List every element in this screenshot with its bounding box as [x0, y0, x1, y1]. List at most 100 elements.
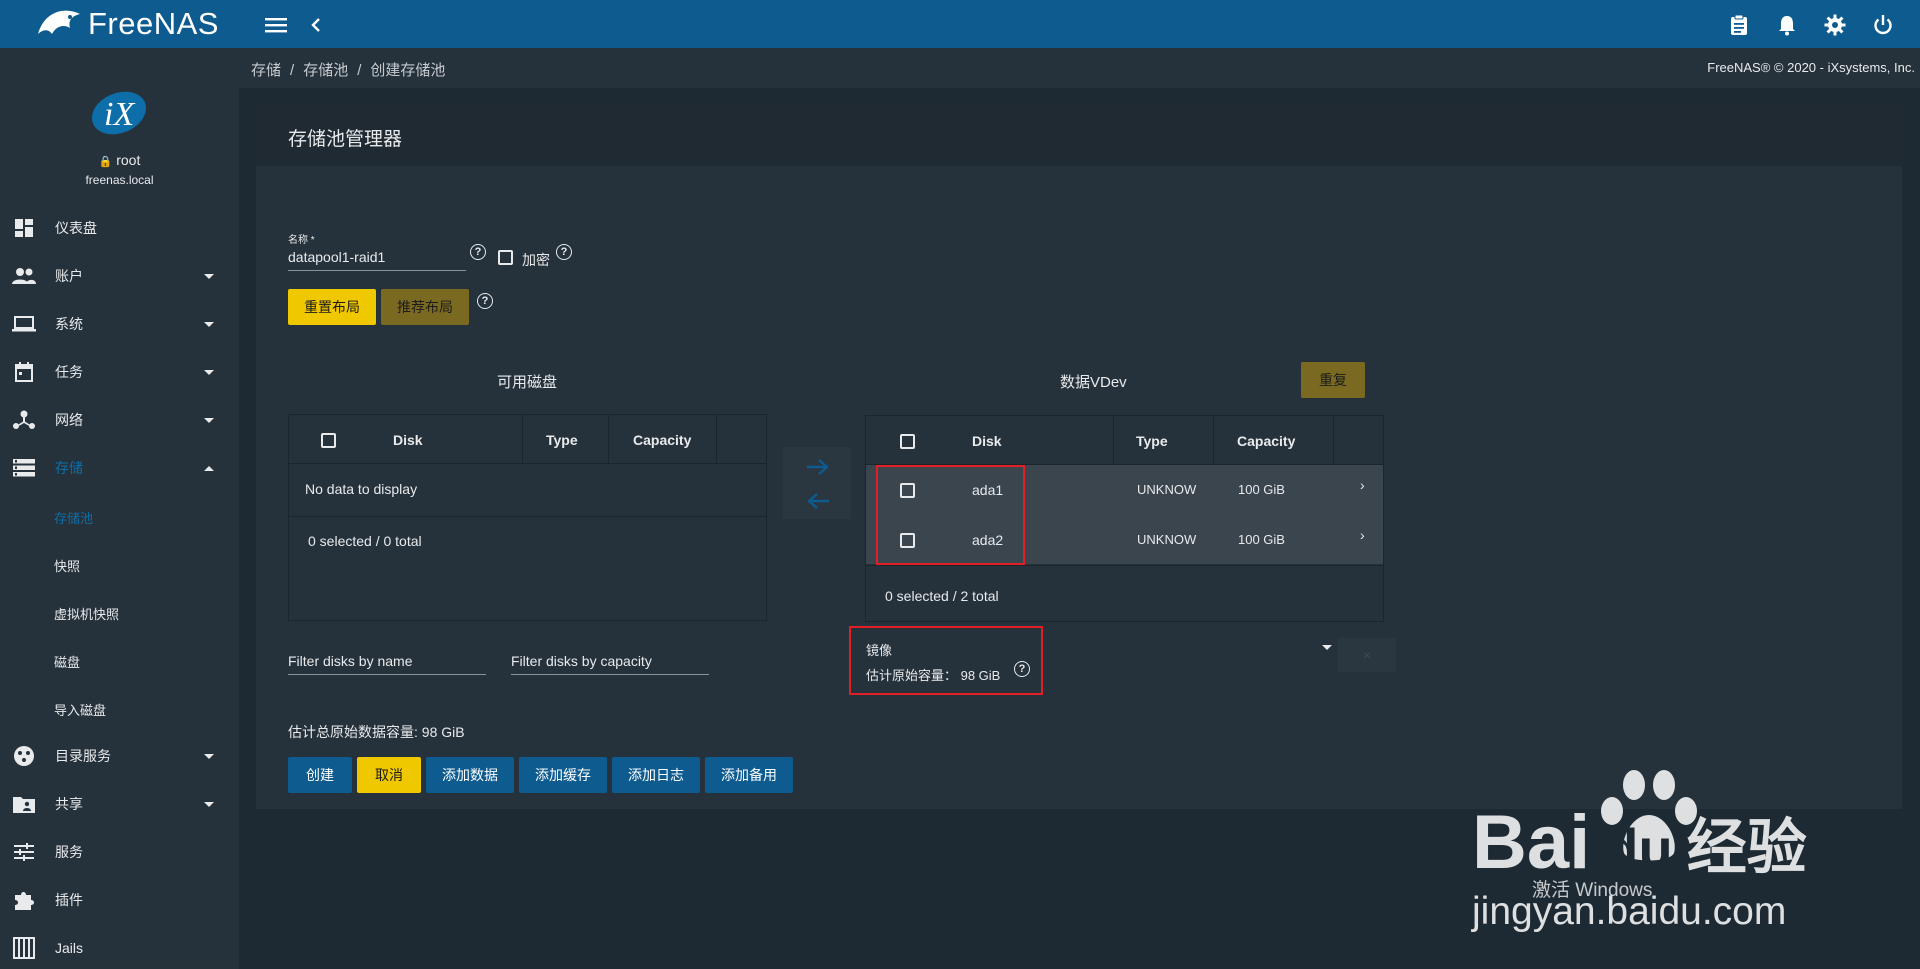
column-divider [522, 415, 523, 463]
row-divider [289, 516, 766, 517]
filter-capacity-input[interactable]: Filter disks by capacity [511, 653, 652, 669]
nav-plugins[interactable]: 插件 [0, 880, 239, 920]
chevron-right-icon[interactable]: › [1360, 527, 1365, 543]
nav-sharing[interactable]: 共享 [0, 784, 239, 824]
suggest-layout-button[interactable]: 推荐布局 [381, 289, 469, 325]
arrow-right-icon[interactable] [805, 457, 831, 477]
sub-nav-disks[interactable]: 磁盘 [54, 652, 80, 671]
nav-network[interactable]: 网络 [0, 400, 239, 440]
ix-logo: iX [90, 88, 148, 141]
accounts-icon [12, 264, 36, 288]
lock-icon: 🔒 [98, 156, 113, 168]
laptop-icon [12, 312, 36, 336]
select-all-checkbox[interactable] [321, 433, 336, 448]
watermark-brand-a: Bai [1472, 800, 1591, 885]
repeat-button[interactable]: 重复 [1301, 362, 1365, 398]
sub-nav-pools[interactable]: 存储池 [54, 508, 93, 527]
freenas-logo[interactable]: FreeNAS [34, 4, 219, 44]
nav-directory-services[interactable]: 目录服务 [0, 736, 239, 776]
dropdown-caret-icon[interactable] [1322, 645, 1332, 650]
nav-system[interactable]: 系统 [0, 304, 239, 344]
sub-nav-import-disk[interactable]: 导入磁盘 [54, 700, 106, 719]
help-icon[interactable]: ? [556, 244, 572, 260]
selection-count: 0 selected / 0 total [308, 533, 422, 549]
total-raw-capacity: 估计总原始数据容量: 98 GiB [288, 724, 465, 740]
breadcrumb-bar: 存储 / 存储池 / 创建存储池 FreeNAS® © 2020 - iXsystems… [239, 48, 1920, 88]
power-icon[interactable] [1870, 12, 1896, 38]
nav-dashboard[interactable]: 仪表盘 [0, 208, 239, 248]
chevron-down-icon [204, 273, 214, 279]
sub-nav-snapshots[interactable]: 快照 [54, 556, 80, 575]
breadcrumb-storage[interactable]: 存储 [251, 62, 281, 79]
breadcrumb-pools[interactable]: 存储池 [303, 62, 348, 79]
shared-folder-icon [12, 792, 36, 816]
chevron-down-icon [204, 753, 214, 759]
header-divider [289, 463, 766, 464]
filter-name-input[interactable]: Filter disks by name [288, 653, 412, 669]
column-disk[interactable]: Disk [393, 432, 423, 448]
encrypt-label: 加密 [522, 252, 550, 268]
add-data-button[interactable]: 添加数据 [426, 757, 514, 793]
nav-jails[interactable]: Jails [0, 928, 239, 968]
name-field[interactable]: datapool1-raid1 [288, 249, 385, 265]
breadcrumb-create-pool: 创建存储池 [370, 62, 446, 79]
encrypt-checkbox[interactable] [498, 250, 513, 265]
chevron-right-icon[interactable]: › [1360, 477, 1365, 493]
column-capacity[interactable]: Capacity [1237, 433, 1295, 449]
column-disk[interactable]: Disk [972, 433, 1002, 449]
cancel-button[interactable]: 取消 [357, 757, 421, 793]
add-log-button[interactable]: 添加日志 [612, 757, 700, 793]
bell-icon[interactable] [1774, 12, 1800, 38]
disk-capacity: 100 GiB [1238, 532, 1285, 547]
name-field-label: 名称 * [288, 235, 315, 246]
storage-icon [12, 456, 36, 480]
nav-accounts[interactable]: 账户 [0, 256, 239, 296]
calendar-icon [12, 360, 36, 384]
sidebar: iX 🔒 root freenas.local 仪表盘 账户 系统 任务 网络 … [0, 48, 239, 969]
select-all-checkbox[interactable] [900, 434, 915, 449]
column-type[interactable]: Type [546, 432, 578, 448]
watermark-brand-b: du [1604, 817, 1673, 880]
column-type[interactable]: Type [1136, 433, 1168, 449]
help-icon[interactable]: ? [477, 293, 493, 309]
collapse-chevron-icon[interactable] [303, 12, 329, 38]
remove-vdev-button[interactable]: × [1338, 638, 1396, 672]
jail-icon [12, 936, 36, 960]
arrow-left-icon[interactable] [805, 491, 831, 511]
create-button[interactable]: 创建 [288, 757, 352, 793]
column-divider [1333, 416, 1334, 464]
top-bar: FreeNAS [0, 0, 1920, 48]
breadcrumb: 存储 / 存储池 / 创建存储池 [251, 62, 446, 79]
watermark-brand-c: 经验 [1686, 814, 1807, 881]
add-cache-button[interactable]: 添加缓存 [519, 757, 607, 793]
help-icon[interactable]: ? [470, 244, 486, 260]
disk-type: UNKNOW [1137, 482, 1197, 497]
tune-icon [12, 840, 36, 864]
gear-icon[interactable] [1822, 12, 1848, 38]
network-icon [12, 408, 36, 432]
directory-services-icon [12, 744, 36, 768]
dashboard-icon [12, 216, 36, 240]
column-capacity[interactable]: Capacity [633, 432, 691, 448]
add-spare-button[interactable]: 添加备用 [705, 757, 793, 793]
nav-tasks[interactable]: 任务 [0, 352, 239, 392]
available-disks-table: Disk Type Capacity No data to display 0 … [288, 414, 767, 621]
user-name: 🔒 root [98, 152, 141, 168]
filter-capacity-underline [511, 674, 709, 675]
chevron-down-icon [204, 369, 214, 375]
puzzle-icon [12, 888, 36, 912]
highlight-box [876, 465, 1025, 565]
column-divider [1213, 416, 1214, 464]
chevron-up-icon [204, 465, 214, 471]
task-manager-icon[interactable] [1726, 12, 1752, 38]
reset-layout-button[interactable]: 重置布局 [288, 289, 376, 325]
menu-icon[interactable] [263, 12, 289, 38]
name-field-underline [288, 270, 466, 271]
nav-storage[interactable]: 存储 [0, 448, 239, 488]
sub-nav-vm-snapshots[interactable]: 虚拟机快照 [54, 604, 119, 623]
available-disks-title: 可用磁盘 [497, 374, 558, 391]
nav-services[interactable]: 服务 [0, 832, 239, 872]
svg-text:iX: iX [104, 96, 135, 133]
app-name: FreeNAS [88, 6, 219, 41]
data-vdev-title: 数据VDev [1060, 374, 1127, 391]
